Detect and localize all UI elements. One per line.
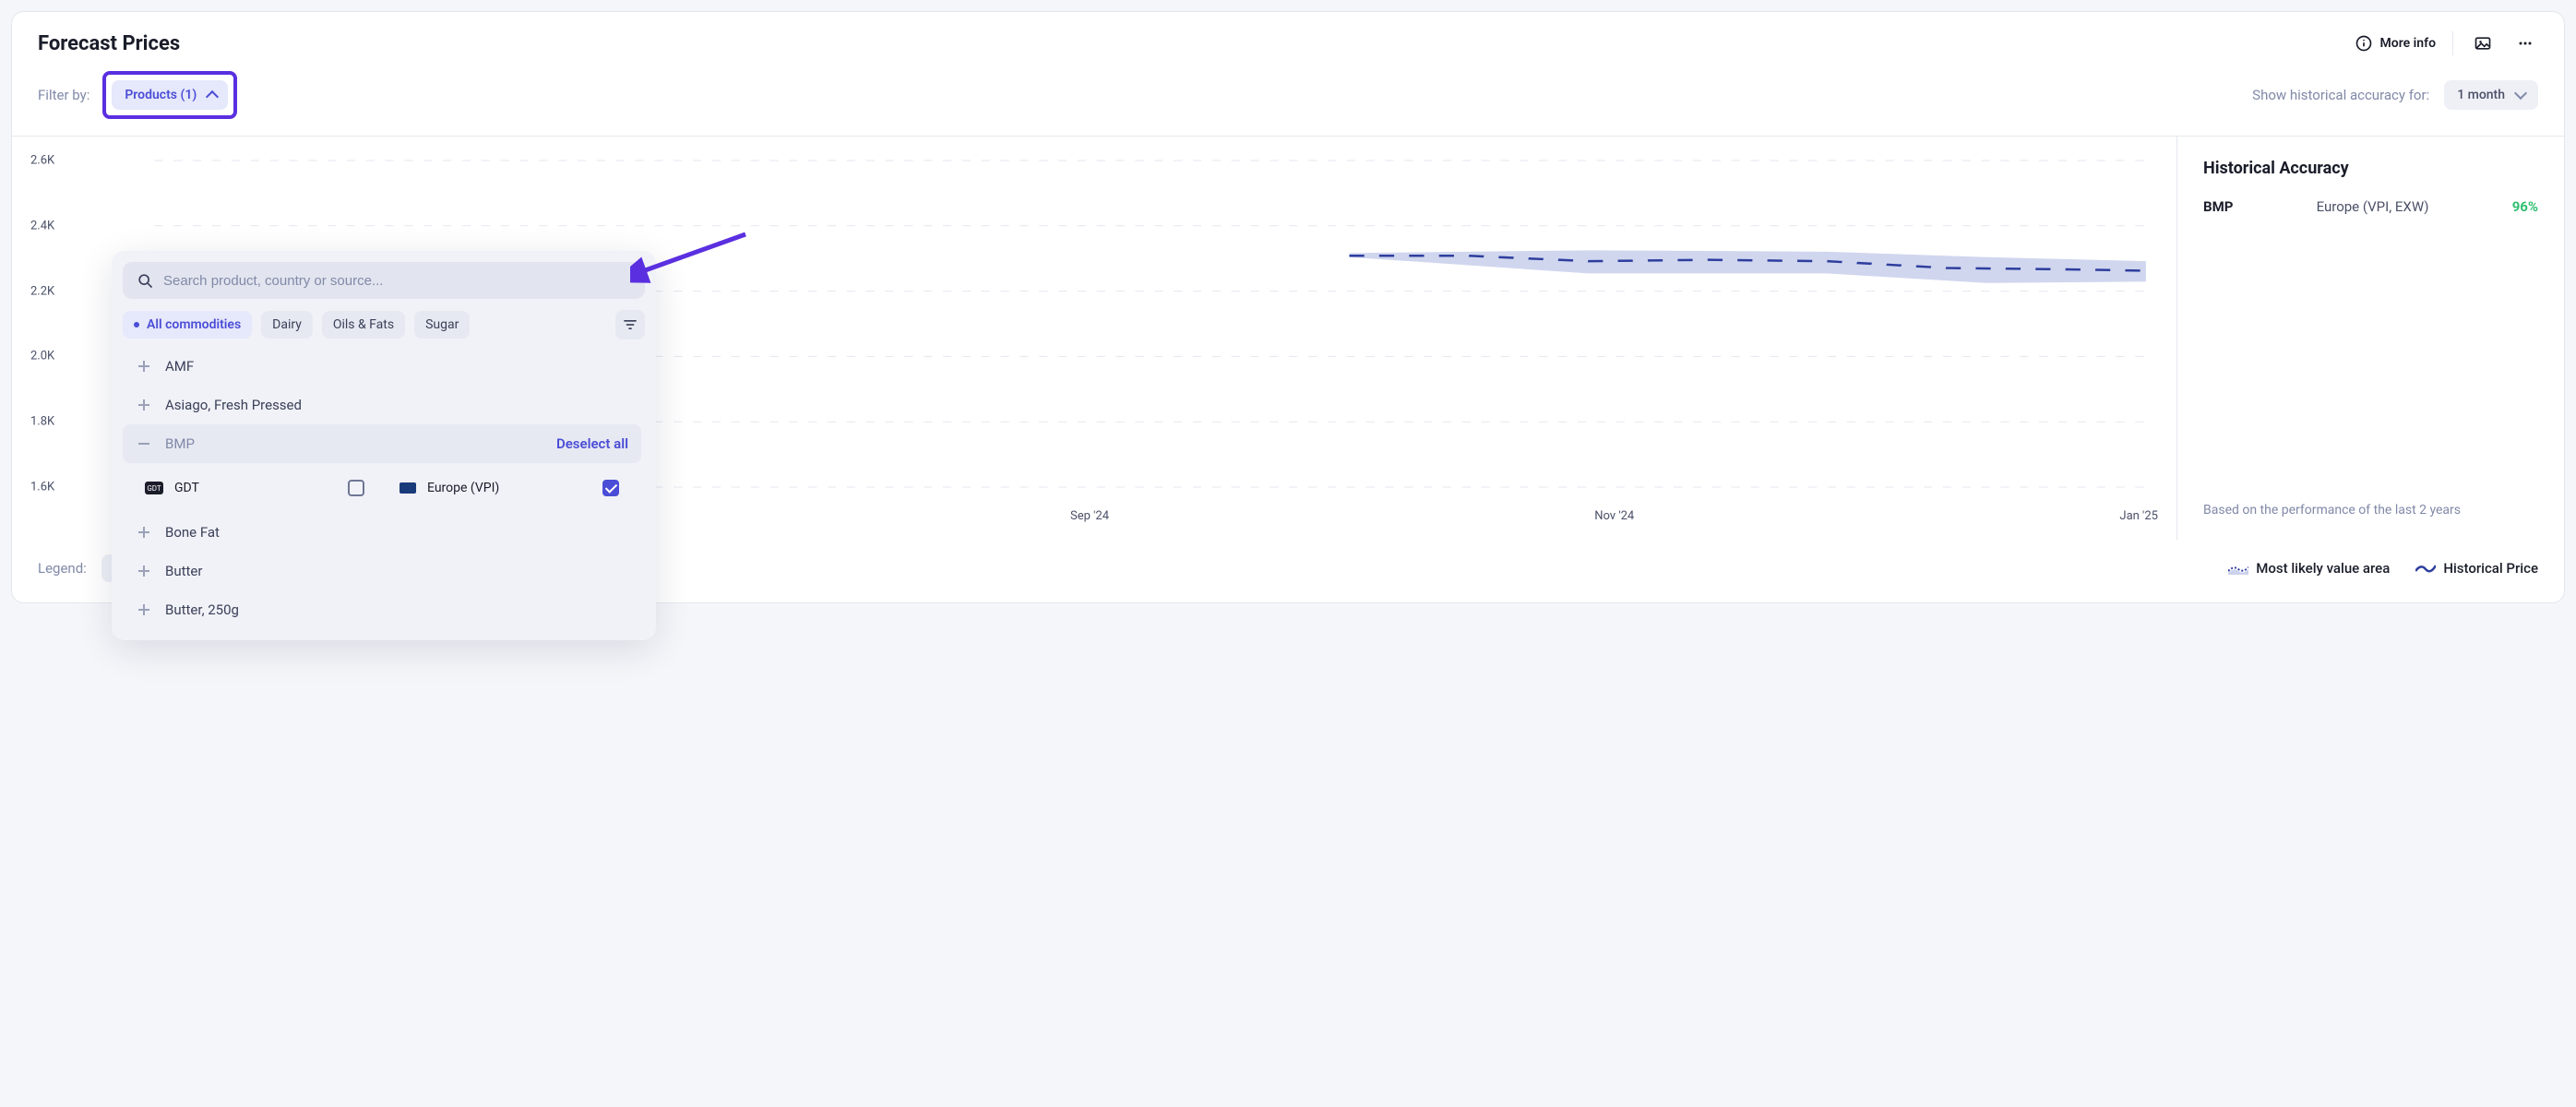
- expand-icon: [136, 563, 152, 579]
- legend-most-likely[interactable]: Most likely value area: [2228, 560, 2390, 577]
- source-option-gdt[interactable]: GDT GDT: [136, 472, 374, 504]
- product-list[interactable]: AMF Asiago, Fresh Pressed BMP Deselect all G…: [123, 347, 645, 629]
- accuracy-row: BMP Europe (VPI, EXW) 96%: [2203, 198, 2538, 215]
- accuracy-panel-title: Historical Accuracy: [2203, 159, 2538, 178]
- source-europe-checkbox[interactable]: [602, 480, 619, 496]
- x-tick: Jan '25: [2119, 509, 2158, 523]
- products-dropdown-panel: All commodities Dairy Oils & Fats Sugar …: [112, 251, 656, 640]
- legend-label: Legend:: [38, 560, 87, 577]
- category-tabs: All commodities Dairy Oils & Fats Sugar: [123, 310, 645, 339]
- source-option-europe-vpi[interactable]: Europe (VPI): [390, 472, 628, 504]
- expand-icon: [136, 601, 152, 618]
- forecast-prices-card: Forecast Prices More info Filter by: Pro…: [11, 11, 2565, 603]
- product-name: Butter: [165, 563, 202, 579]
- eu-flag-icon: [400, 482, 416, 494]
- annotation-highlight: Products (1): [102, 71, 237, 119]
- line-icon: [2415, 562, 2436, 575]
- product-row-amf[interactable]: AMF: [123, 347, 641, 386]
- filter-bar: Filter by: Products (1) Show historical …: [12, 62, 2564, 136]
- expand-icon: [136, 358, 152, 375]
- product-row-bone-fat[interactable]: Bone Fat: [123, 513, 641, 552]
- x-tick: Sep '24: [1070, 509, 1109, 523]
- category-all-commodities[interactable]: All commodities: [123, 311, 252, 339]
- product-name: Butter, 250g: [165, 601, 239, 618]
- chart-column: 2.6K2.4K2.2K2.0K1.8K1.6K 24Sep '24Nov '2…: [12, 137, 2176, 540]
- divider: [2452, 31, 2453, 55]
- collapse-icon: [136, 435, 152, 452]
- accuracy-period-select[interactable]: 1 month: [2444, 80, 2538, 110]
- filter-icon: [621, 315, 639, 334]
- product-search[interactable]: [123, 262, 645, 299]
- product-row-bmp[interactable]: BMP Deselect all: [123, 424, 641, 463]
- product-name: Asiago, Fresh Pressed: [165, 397, 302, 413]
- source-label: Europe (VPI): [427, 481, 499, 495]
- image-icon: [2474, 34, 2492, 53]
- area-band-icon: [2228, 562, 2248, 575]
- export-image-button[interactable]: [2470, 30, 2496, 56]
- historical-accuracy-panel: Historical Accuracy BMP Europe (VPI, EXW…: [2176, 137, 2564, 540]
- product-row-butter[interactable]: Butter: [123, 552, 641, 590]
- accuracy-source: Europe (VPI, EXW): [2317, 198, 2429, 215]
- product-search-input[interactable]: [163, 273, 632, 289]
- source-gdt-checkbox[interactable]: [348, 480, 364, 496]
- more-info-button[interactable]: More info: [2355, 34, 2436, 53]
- overflow-menu-button[interactable]: [2512, 30, 2538, 56]
- card-header: Forecast Prices More info: [12, 12, 2564, 62]
- accuracy-product: BMP: [2203, 198, 2233, 215]
- x-tick: Nov '24: [1594, 509, 1634, 523]
- dots-horizontal-icon: [2516, 34, 2534, 53]
- filter-options-button[interactable]: [615, 310, 645, 339]
- gdt-badge-icon: GDT: [145, 482, 163, 494]
- page-title: Forecast Prices: [38, 32, 180, 55]
- legend-historical-price[interactable]: Historical Price: [2415, 560, 2538, 577]
- category-dairy[interactable]: Dairy: [261, 311, 313, 339]
- category-sugar[interactable]: Sugar: [414, 311, 470, 339]
- products-filter-dropdown[interactable]: Products (1): [112, 80, 228, 110]
- info-icon: [2355, 34, 2373, 53]
- expand-icon: [136, 397, 152, 413]
- accuracy-footer: Based on the performance of the last 2 y…: [2203, 466, 2538, 518]
- category-oils-fats[interactable]: Oils & Fats: [322, 311, 405, 339]
- source-label: GDT: [174, 481, 199, 495]
- accuracy-percent: 96%: [2512, 198, 2538, 215]
- product-name: AMF: [165, 358, 194, 375]
- product-source-row: GDT GDT Europe (VPI): [123, 463, 641, 513]
- filter-by-label: Filter by:: [38, 87, 89, 103]
- product-name: Bone Fat: [165, 524, 220, 541]
- accuracy-period-label: Show historical accuracy for:: [2252, 87, 2429, 103]
- header-actions: More info: [2355, 30, 2538, 56]
- search-icon: [136, 271, 154, 290]
- card-body: 2.6K2.4K2.2K2.0K1.8K1.6K 24Sep '24Nov '2…: [12, 136, 2564, 540]
- product-row-asiago-fresh-pressed[interactable]: Asiago, Fresh Pressed: [123, 386, 641, 424]
- deselect-all-button[interactable]: Deselect all: [556, 435, 628, 452]
- product-name: BMP: [165, 435, 195, 452]
- product-row-butter-250g[interactable]: Butter, 250g: [123, 590, 641, 629]
- expand-icon: [136, 524, 152, 541]
- more-info-label: More info: [2380, 36, 2436, 51]
